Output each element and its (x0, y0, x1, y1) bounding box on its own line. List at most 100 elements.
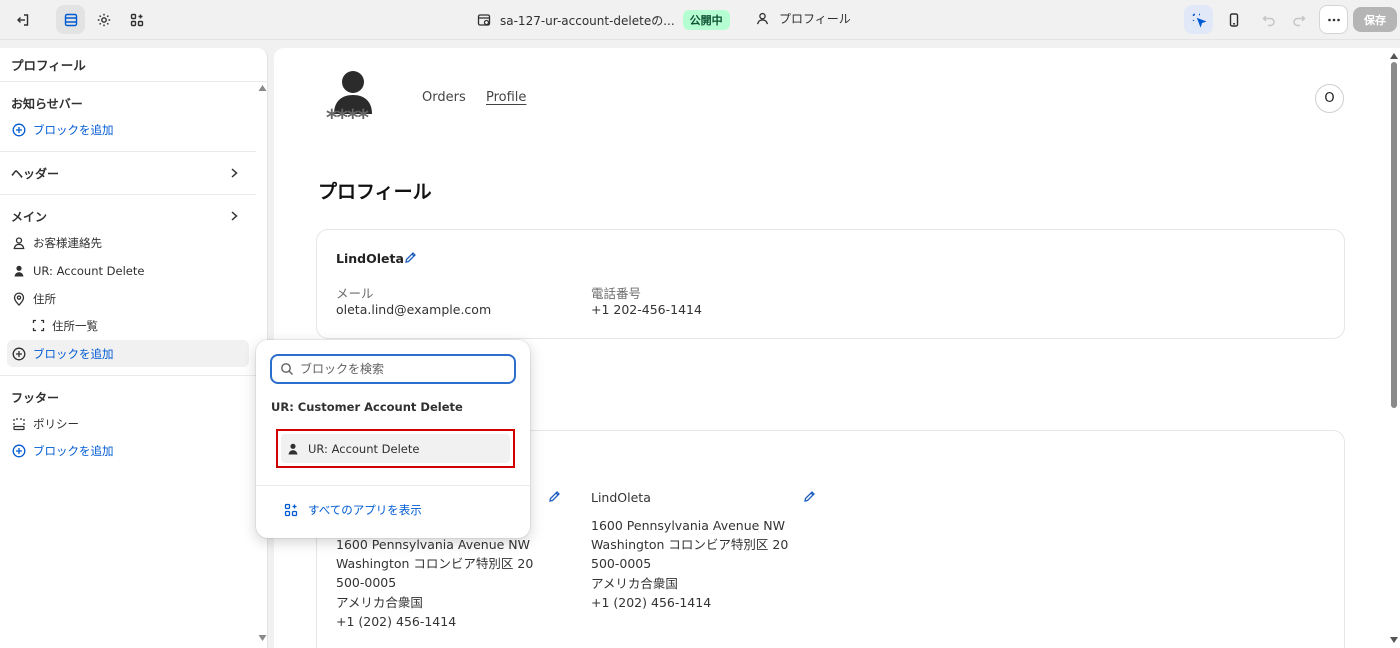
apps-icon (130, 13, 143, 26)
account-avatar[interactable]: O (1315, 84, 1344, 113)
scroll-down-arrow-icon[interactable] (258, 634, 267, 642)
address-line: 500-0005 (591, 556, 652, 572)
section-footer[interactable]: フッター (11, 389, 59, 406)
search-icon (281, 363, 293, 375)
apps-icon (284, 503, 298, 517)
sidebar-item-address[interactable]: 住所 (7, 285, 249, 312)
gear-icon (97, 13, 110, 26)
view-all-apps-link[interactable]: すべてのアプリを表示 (284, 502, 422, 518)
layout-footer-icon (13, 417, 25, 430)
theme-title[interactable]: sa-127-ur-account-deleteの... 公開中 (476, 10, 730, 30)
nav-link-orders[interactable]: Orders (422, 90, 466, 105)
sections-icon (64, 13, 77, 26)
email-label: メール (336, 286, 374, 301)
edit-pencil-icon[interactable] (803, 490, 816, 503)
address-name: LindOleta (591, 490, 651, 505)
address-line: +1 (202) 456-1414 (336, 613, 457, 629)
person-icon (756, 12, 769, 25)
block-search-field[interactable] (270, 354, 516, 384)
location-pin-icon (13, 291, 25, 306)
address-line: +1 (202) 456-1414 (591, 594, 712, 610)
plus-circle-icon (12, 347, 26, 360)
block-option-ur-account-delete[interactable]: UR: Account Delete (276, 429, 515, 468)
undo-icon (1262, 15, 1275, 26)
phone-value: +1 202-456-1414 (591, 302, 702, 317)
dashed-square-icon (32, 319, 45, 332)
sidebar-item-policy[interactable]: ポリシー (7, 410, 249, 437)
person-filled-icon (14, 265, 24, 276)
store-logo[interactable]: **** (326, 68, 382, 131)
section-announcement-bar[interactable]: お知らせバー (11, 95, 83, 112)
mobile-preview-button[interactable] (1219, 5, 1248, 34)
plus-circle-icon (12, 123, 26, 136)
sections-button[interactable] (56, 5, 85, 34)
view-all-apps-label: すべてのアプリを表示 (308, 503, 422, 517)
nav-link-profile[interactable]: Profile (486, 90, 526, 105)
divider (0, 151, 256, 152)
sidebar: プロフィール お知らせバー ブロックを追加 ヘッダー メイン お客様連絡先 UR… (0, 48, 268, 648)
preview-scrollbar-thumb[interactable] (1391, 62, 1397, 408)
person-filled-icon (288, 443, 298, 454)
block-option-label: UR: Account Delete (308, 441, 420, 456)
chevron-right-icon[interactable] (229, 167, 239, 179)
more-actions-button[interactable] (1319, 5, 1348, 34)
address-line: 500-0005 (336, 575, 397, 591)
add-block-popover: UR: Customer Account Delete UR: Account … (256, 340, 530, 538)
status-badge: 公開中 (682, 10, 730, 30)
edit-pencil-icon[interactable] (404, 251, 417, 264)
sidebar-item-label: 住所 (33, 291, 56, 306)
exit-icon (16, 13, 28, 26)
theme-settings-button[interactable] (89, 5, 118, 34)
block-search-input[interactable] (300, 362, 500, 376)
section-main[interactable]: メイン (11, 208, 47, 225)
add-block-announcement[interactable]: ブロックを追加 (7, 116, 249, 143)
edit-pencil-icon[interactable] (548, 490, 561, 503)
redo-icon (1292, 15, 1305, 26)
address-line: アメリカ合衆国 (591, 575, 678, 591)
secondary-address: 1600 Pennsylvania Avenue NW Washington コ… (591, 516, 788, 612)
person-outline-icon (13, 236, 25, 249)
divider (0, 375, 256, 376)
default-address: 1600 Pennsylvania Avenue NW Washington コ… (336, 535, 533, 631)
undo-button[interactable] (1254, 5, 1283, 34)
sidebar-item-address-list[interactable]: 住所一覧 (7, 312, 249, 339)
add-block-label: ブロックを追加 (33, 122, 114, 137)
divider (256, 485, 530, 486)
sidebar-item-label: 住所一覧 (52, 318, 98, 333)
select-cursor-icon (1192, 13, 1207, 28)
chevron-right-icon[interactable] (229, 210, 239, 222)
add-block-label: ブロックを追加 (33, 443, 114, 458)
phone-label: 電話番号 (591, 286, 642, 301)
plus-circle-icon (12, 444, 26, 457)
theme-store-icon (477, 14, 491, 26)
scroll-down-arrow-icon[interactable] (1389, 636, 1399, 644)
sidebar-item-ur-account-delete[interactable]: UR: Account Delete (7, 257, 249, 284)
top-bar: sa-127-ur-account-deleteの... 公開中 プロフィール … (0, 0, 1400, 40)
inspector-button[interactable] (1184, 5, 1213, 34)
sidebar-item-customer-contact[interactable]: お客様連絡先 (7, 229, 249, 256)
redo-button[interactable] (1284, 5, 1313, 34)
add-block-label: ブロックを追加 (33, 346, 114, 361)
page-selector-label: プロフィール (779, 12, 851, 26)
email-value: oleta.lind@example.com (336, 302, 492, 317)
profile-card (316, 229, 1345, 339)
app-group-title: UR: Customer Account Delete (271, 400, 463, 414)
mobile-icon (1229, 12, 1238, 27)
add-block-footer[interactable]: ブロックを追加 (7, 437, 249, 464)
customer-name: LindOleta (336, 251, 404, 266)
scroll-up-arrow-icon[interactable] (258, 84, 267, 92)
exit-button[interactable] (8, 5, 37, 34)
divider (0, 194, 256, 195)
address-line: Washington コロンビア特別区 20 (591, 537, 789, 553)
address-line: 1600 Pennsylvania Avenue NW (591, 518, 786, 533)
section-header[interactable]: ヘッダー (11, 165, 59, 182)
add-block-main[interactable]: ブロックを追加 (7, 340, 249, 367)
scroll-up-arrow-icon[interactable] (1389, 52, 1399, 60)
sidebar-item-label: お客様連絡先 (33, 235, 102, 250)
sidebar-item-label: UR: Account Delete (33, 263, 145, 278)
apps-button[interactable] (122, 5, 151, 34)
page-title: プロフィール (318, 181, 432, 203)
page-selector[interactable]: プロフィール (755, 10, 851, 27)
address-line: Washington コロンビア特別区 20 (336, 556, 534, 572)
save-button[interactable]: 保存 (1353, 7, 1397, 32)
